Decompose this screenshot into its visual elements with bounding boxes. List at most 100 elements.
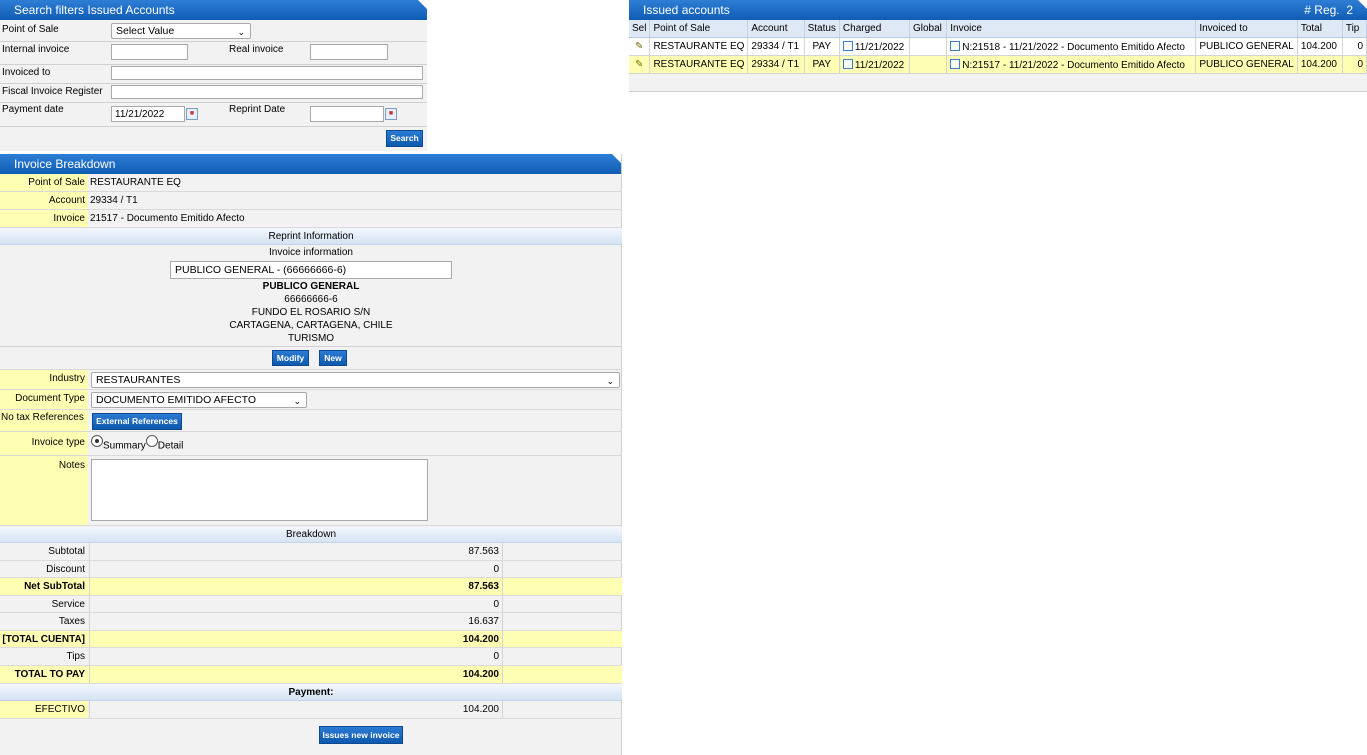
doc-type-row: Document Type DOCUMENTO EMITIDO AFECTO ⌄ — [0, 390, 622, 410]
real-invoice-input[interactable] — [310, 44, 388, 60]
reprint-date-label: Reprint Date — [229, 104, 286, 115]
cell-global — [909, 55, 948, 74]
service-row: Service 0 — [0, 596, 622, 613]
client-activity: TURISMO — [287, 333, 335, 344]
charged-checkbox[interactable] — [842, 40, 853, 51]
col-header[interactable]: Invoiced to — [1195, 20, 1298, 38]
chevron-down-icon: ⌄ — [237, 27, 245, 37]
issued-accounts-header: Issued accounts # Reg. 2 — [629, 0, 1367, 20]
doc-type-select[interactable]: DOCUMENTO EMITIDO AFECTO ⌄ — [91, 392, 307, 408]
notes-textarea[interactable] — [91, 459, 428, 521]
cell-tip: 0 — [1342, 37, 1367, 56]
modify-button[interactable]: Modify — [272, 350, 309, 366]
col-header[interactable]: Point of Sale — [649, 20, 749, 38]
issue-new-invoice-button[interactable]: Issues new invoice — [319, 726, 403, 744]
detail-radio[interactable] — [145, 435, 158, 447]
net-subtotal-label: Net SubTotal — [24, 581, 85, 592]
invoice-type-label: Invoice type — [0, 432, 88, 455]
col-header[interactable]: Tip — [1342, 20, 1367, 38]
reprint-date-input[interactable] — [310, 106, 384, 122]
cell-total: 104.200 — [1297, 37, 1343, 56]
cell-invoice: N:21517 - 11/21/2022 - Documento Emitido… — [946, 55, 1197, 74]
filter-row-invoiced-to: Invoiced to — [0, 64, 427, 84]
reprint-section-header: Reprint Information — [0, 228, 622, 245]
service-value: 0 — [89, 596, 503, 612]
pencil-icon[interactable]: ✎ — [635, 59, 643, 70]
efectivo-label: EFECTIVO — [0, 701, 88, 718]
charged-checkbox[interactable] — [842, 58, 853, 69]
invoiced-to-input[interactable] — [111, 66, 423, 80]
payment-date-input[interactable] — [111, 106, 185, 122]
pos-select-value: Select Value — [116, 25, 175, 37]
discount-label: Discount — [46, 564, 85, 575]
efectivo-value: 104.200 — [89, 701, 503, 718]
summary-radio[interactable] — [91, 435, 103, 447]
col-header[interactable]: Status — [804, 20, 840, 38]
issued-accounts-table: Sel Point of Sale Account Status Charged… — [629, 20, 1367, 74]
invoice-breakdown-panel: Invoice Breakdown Point of Sale RESTAURA… — [0, 154, 622, 755]
calendar-icon[interactable]: ■ — [385, 108, 397, 120]
col-header[interactable]: Total — [1297, 20, 1343, 38]
internal-invoice-input[interactable] — [111, 44, 188, 60]
invoice-checkbox[interactable] — [950, 40, 961, 51]
fiscal-register-label: Fiscal Invoice Register — [2, 86, 103, 97]
client-id: 66666666-6 — [284, 294, 338, 305]
reg-count-value: 2 — [1346, 3, 1353, 17]
client-address: FUNDO EL ROSARIO S/N — [251, 307, 371, 318]
search-filters-panel: Search filters Issued Accounts Point of … — [0, 0, 427, 151]
cell-status: PAY — [804, 37, 840, 56]
total-cuenta-label: [TOTAL CUENTA] — [2, 634, 85, 645]
col-header[interactable]: Charged — [839, 20, 910, 38]
fiscal-register-input[interactable] — [111, 85, 423, 99]
table-row[interactable]: ✎ RESTAURANTE EQ 29334 / T1 PAY 11/21/20… — [629, 37, 1367, 56]
total-cuenta-row: [TOTAL CUENTA] 104.200 — [0, 631, 622, 648]
col-header[interactable]: Account — [747, 20, 805, 38]
subtotal-value: 87.563 — [89, 543, 503, 560]
industry-select[interactable]: RESTAURANTES ⌄ — [91, 372, 620, 388]
taxes-label: Taxes — [58, 616, 85, 627]
cell-account: 29334 / T1 — [747, 55, 805, 74]
calendar-icon[interactable]: ■ — [186, 108, 198, 120]
external-references-button[interactable]: External References — [92, 413, 182, 430]
client-select[interactable]: PUBLICO GENERAL - (66666666-6) — [170, 261, 452, 279]
taxes-row: Taxes 16.637 — [0, 613, 622, 631]
subtotal-label: Subtotal — [48, 546, 85, 557]
efectivo-row: EFECTIVO 104.200 — [0, 701, 622, 719]
discount-row: Discount 0 — [0, 561, 622, 578]
pos-select[interactable]: Select Value ⌄ — [111, 23, 251, 39]
cell-charged: 11/21/2022 — [839, 37, 910, 56]
reg-label: # Reg. — [1304, 3, 1340, 17]
pos-label: Point of Sale — [0, 174, 88, 191]
col-header[interactable]: Sel — [629, 20, 651, 38]
industry-row: Industry RESTAURANTES ⌄ — [0, 369, 622, 390]
table-header-row: Sel Point of Sale Account Status Charged… — [629, 20, 1367, 38]
col-header[interactable]: Global — [909, 20, 948, 38]
client-select-value: PUBLICO GENERAL - (66666666-6) — [175, 264, 347, 276]
cell-invoice-text: N:21517 - 11/21/2022 - Documento Emitido… — [962, 59, 1185, 71]
industry-label: Industry — [0, 370, 88, 389]
chevron-down-icon: ⌄ — [293, 396, 301, 406]
total-pay-label: TOTAL TO PAY — [14, 669, 85, 680]
cell-pos: RESTAURANTE EQ — [649, 37, 749, 56]
invoice-checkbox[interactable] — [950, 58, 961, 69]
cell-invoiced-to: PUBLICO GENERAL — [1195, 55, 1298, 74]
col-header[interactable]: Invoice — [946, 20, 1197, 38]
pencil-icon[interactable]: ✎ — [635, 41, 643, 52]
summary-label: Summary — [103, 440, 146, 452]
invoice-label: Invoice — [0, 210, 88, 227]
header-corner — [612, 154, 621, 163]
cell-invoiced-to: PUBLICO GENERAL — [1195, 37, 1298, 56]
info-row-account: Account 29334 / T1 — [0, 192, 622, 210]
tips-row: Tips 0 — [0, 648, 622, 666]
cell-status: PAY — [804, 55, 840, 74]
invoice-type-row: Invoice type Summary Detail — [0, 432, 622, 456]
new-button[interactable]: New — [319, 350, 347, 366]
account-value: 29334 / T1 — [90, 195, 138, 206]
taxes-value: 16.637 — [89, 613, 503, 630]
table-row[interactable]: ✎ RESTAURANTE EQ 29334 / T1 PAY 11/21/20… — [629, 55, 1367, 74]
cell-total: 104.200 — [1297, 55, 1343, 74]
search-button[interactable]: Search — [386, 130, 423, 147]
total-pay-row: TOTAL TO PAY 104.200 — [0, 666, 622, 684]
tips-value: 0 — [89, 648, 503, 665]
header-corner — [1358, 0, 1367, 9]
